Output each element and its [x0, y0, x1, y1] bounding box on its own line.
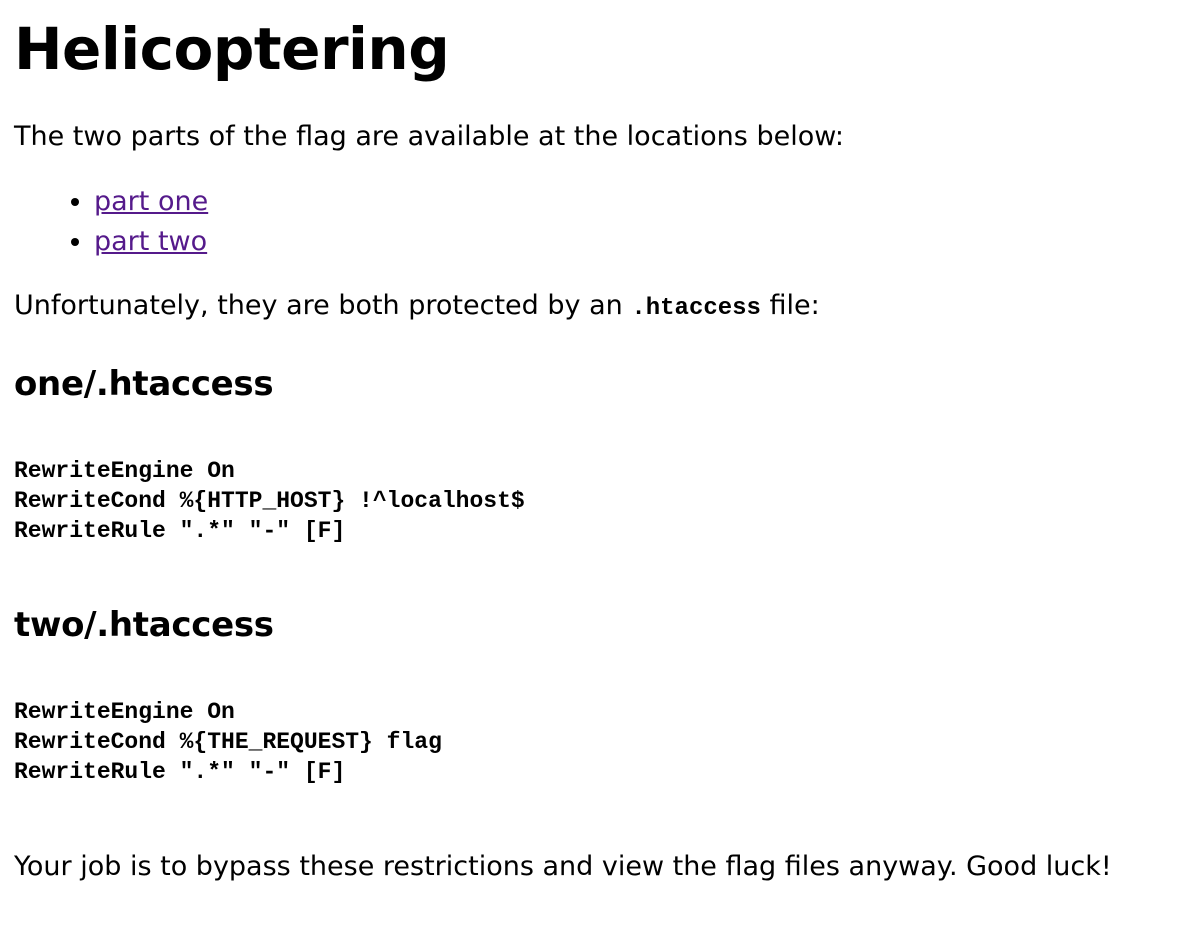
- section-one-heading: one/.htaccess: [14, 363, 274, 404]
- page-title: Helicoptering: [14, 15, 450, 83]
- section-two-code-block: RewriteEngine On RewriteCond %{THE_REQUE…: [14, 698, 442, 785]
- section-one-code-block: RewriteEngine On RewriteCond %{HTTP_HOST…: [14, 457, 525, 544]
- part-two-link[interactable]: part two: [94, 226, 207, 257]
- section-two-heading: two/.htaccess: [14, 604, 274, 645]
- intro-text: The two parts of the flag are available …: [14, 120, 844, 152]
- flag-links-list: part one part two: [14, 182, 1174, 262]
- list-item: part one: [94, 182, 1174, 222]
- list-item: part two: [94, 222, 1174, 262]
- protection-prefix: Unfortunately, they are both protected b…: [14, 289, 632, 321]
- section-one: one/.htaccess RewriteEngine On RewriteCo…: [14, 363, 1174, 546]
- htaccess-inline-code: .htaccess: [631, 294, 761, 322]
- section-two: two/.htaccess RewriteEngine On RewriteCo…: [14, 604, 1174, 787]
- protection-suffix: file:: [760, 289, 820, 321]
- part-one-link[interactable]: part one: [94, 186, 208, 217]
- outro-text: Your job is to bypass these restrictions…: [14, 850, 1112, 882]
- protection-text: Unfortunately, they are both protected b…: [14, 286, 1174, 327]
